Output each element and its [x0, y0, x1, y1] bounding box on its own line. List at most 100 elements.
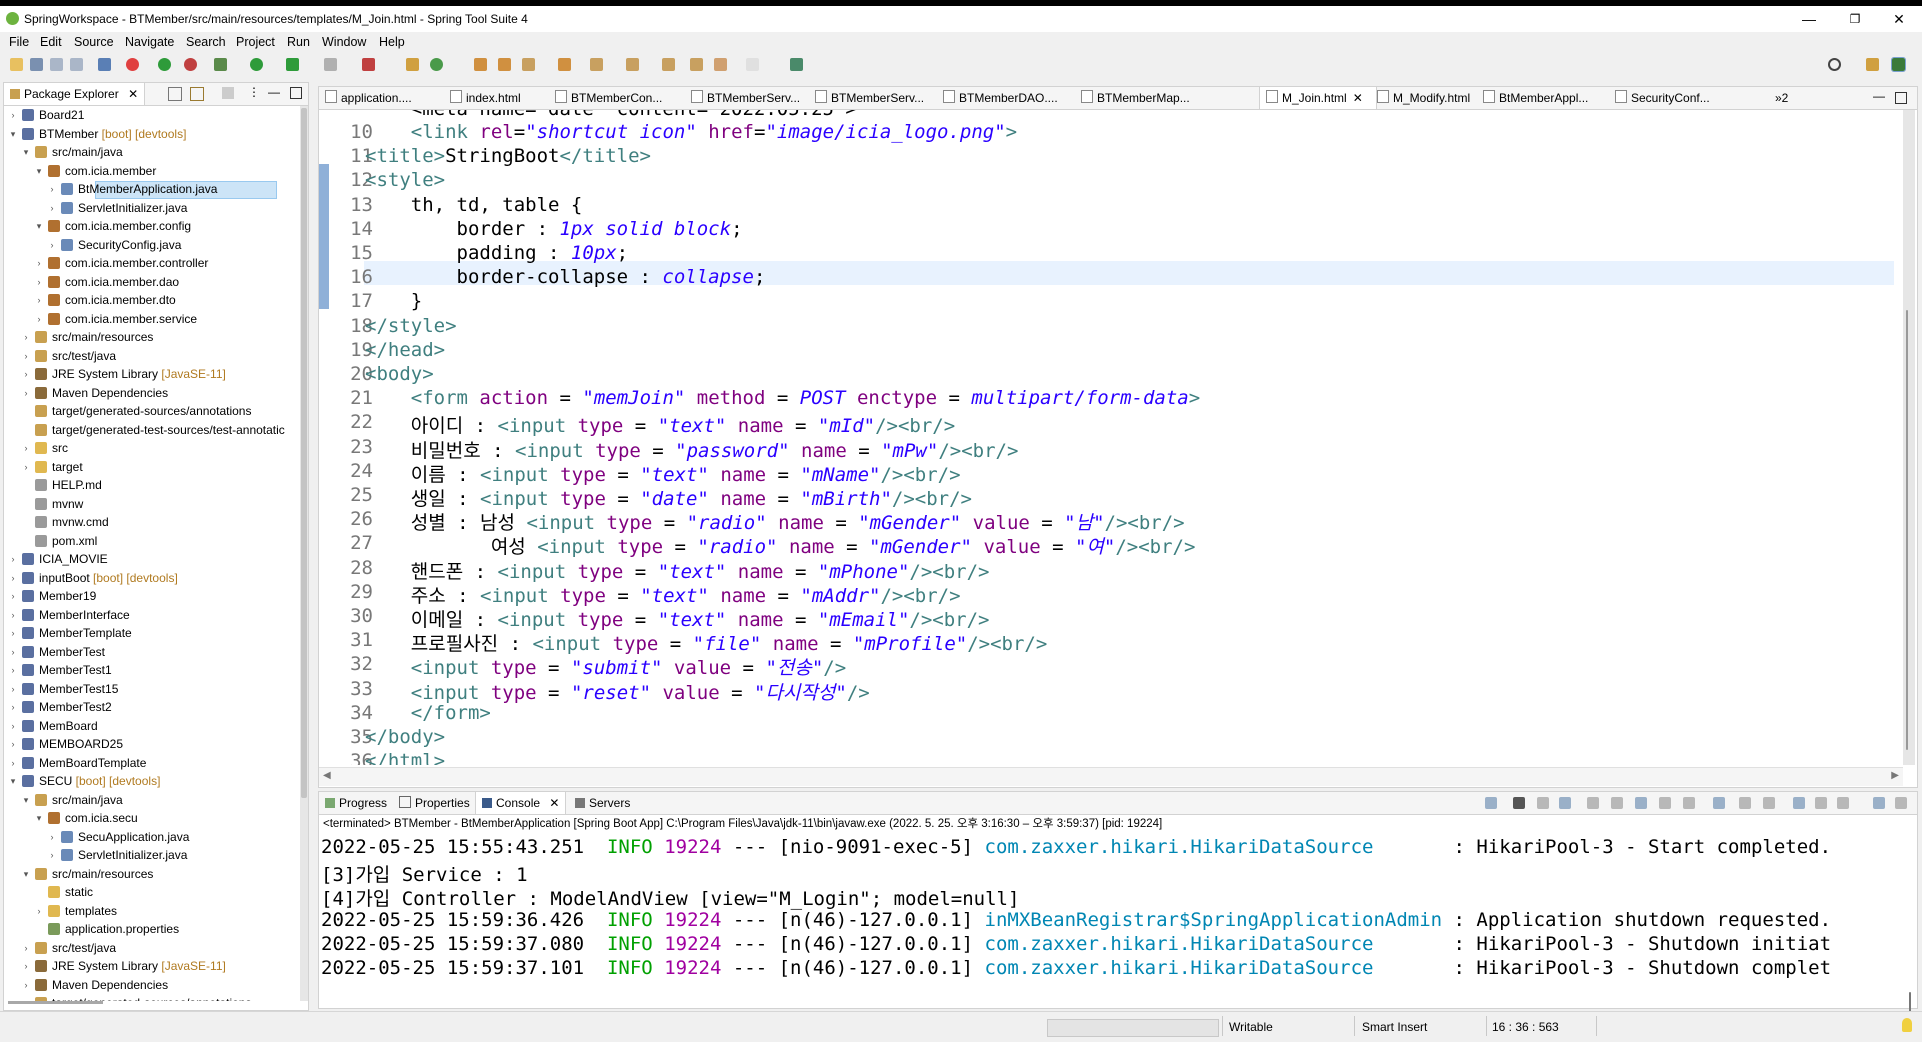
- new-console-icon[interactable]: [1763, 797, 1775, 809]
- tab-console[interactable]: Console ✕: [475, 792, 567, 814]
- chevron-right-icon[interactable]: ›: [8, 106, 18, 124]
- back-icon[interactable]: [714, 58, 727, 71]
- chevron-right-icon[interactable]: ›: [21, 458, 31, 476]
- tree-item[interactable]: › JRE System Library [JavaSE-11]: [4, 957, 300, 975]
- new-java-project-icon[interactable]: [406, 58, 419, 71]
- chevron-right-icon[interactable]: ›: [8, 587, 18, 605]
- scroll-left-icon[interactable]: ◀: [323, 770, 331, 781]
- new-class-icon[interactable]: [430, 58, 443, 71]
- minimize-editor-icon[interactable]: —: [1873, 89, 1885, 103]
- chevron-down-icon[interactable]: ▾: [8, 125, 18, 143]
- tab-servers[interactable]: Servers: [575, 792, 630, 814]
- tree-item[interactable]: › SecuApplication.java: [4, 828, 300, 846]
- chevron-right-icon[interactable]: ›: [8, 717, 18, 735]
- menu-help[interactable]: Help: [379, 35, 405, 49]
- relaunch-icon[interactable]: [1485, 797, 1497, 809]
- tree-item[interactable]: › ServletInitializer.java: [4, 846, 300, 864]
- editor-tab[interactable]: M_Join.html ✕: [1259, 87, 1377, 109]
- skip-breakpoints-icon[interactable]: [126, 58, 139, 71]
- tree-item[interactable]: ▾ src/main/resources: [4, 865, 300, 883]
- tree-item[interactable]: › src/test/java: [4, 347, 300, 365]
- editor-scroll-thumb[interactable]: [1906, 310, 1908, 750]
- tree-item[interactable]: › MemBoard: [4, 717, 300, 735]
- tree-item[interactable]: › Maven Dependencies: [4, 976, 300, 994]
- open-task-icon[interactable]: [498, 58, 511, 71]
- tree-item[interactable]: › BtMemberApplication.java: [4, 180, 300, 199]
- terminate-icon[interactable]: [1513, 797, 1525, 809]
- tree-item[interactable]: ▾ com.icia.secu: [4, 809, 300, 827]
- tree-item[interactable]: static: [4, 883, 300, 901]
- word-wrap-icon[interactable]: [1635, 797, 1647, 809]
- toggle-icon[interactable]: [1815, 797, 1827, 809]
- tree-item[interactable]: › templates: [4, 902, 300, 920]
- stop-icon[interactable]: [1559, 797, 1571, 809]
- coverage-icon[interactable]: [286, 58, 299, 71]
- tree-item[interactable]: › com.icia.member.dto: [4, 291, 300, 309]
- maximize-button[interactable]: ❐: [1832, 6, 1878, 32]
- editor-tab[interactable]: M_Modify.html: [1371, 87, 1479, 109]
- tree-item[interactable]: › MemBoardTemplate: [4, 754, 300, 772]
- close-icon[interactable]: ✕: [1353, 91, 1363, 105]
- tree-item[interactable]: › MemberInterface: [4, 606, 300, 624]
- tree-item[interactable]: mvnw: [4, 495, 300, 513]
- editor-tab[interactable]: BTMemberServ...: [809, 87, 940, 109]
- search-tool-icon[interactable]: [522, 58, 535, 71]
- chevron-right-icon[interactable]: ›: [8, 643, 18, 661]
- open-resource-icon[interactable]: [558, 58, 571, 71]
- view-menu-icon[interactable]: ⋮: [248, 85, 260, 99]
- open-type-icon[interactable]: [474, 58, 487, 71]
- tree-item[interactable]: ▾ com.icia.member.config: [4, 217, 300, 235]
- chevron-right-icon[interactable]: ›: [34, 291, 44, 309]
- tree-item[interactable]: › SecurityConfig.java: [4, 236, 300, 254]
- editor-tab[interactable]: BTMemberServ...: [685, 87, 811, 109]
- close-icon[interactable]: ✕: [128, 87, 138, 101]
- maximize-view-icon[interactable]: [290, 87, 302, 99]
- tree-scroll-thumb[interactable]: [301, 108, 307, 798]
- menu-search[interactable]: Search: [186, 35, 226, 49]
- editor-hscrollbar[interactable]: ◀ ▶: [319, 767, 1903, 786]
- last-edit-icon[interactable]: [662, 58, 675, 71]
- chevron-right-icon[interactable]: ›: [8, 606, 18, 624]
- chevron-right-icon[interactable]: ›: [21, 939, 31, 957]
- tree-item[interactable]: › src/main/resources: [4, 328, 300, 346]
- chevron-right-icon[interactable]: ›: [21, 439, 31, 457]
- chevron-right-icon[interactable]: ›: [47, 180, 57, 198]
- tab-properties[interactable]: Properties: [399, 792, 470, 814]
- tree-item[interactable]: HELP.md: [4, 476, 300, 494]
- next-annotation-icon[interactable]: [590, 58, 603, 71]
- tree-item[interactable]: › inputBoot [boot] [devtools]: [4, 569, 300, 587]
- pin-console-icon[interactable]: [1713, 797, 1725, 809]
- tree-item[interactable]: › MemberTest15: [4, 680, 300, 698]
- tree-item[interactable]: target/generated-sources/annotations: [4, 994, 300, 1001]
- maximize-icon[interactable]: [1895, 797, 1907, 809]
- tab-package-explorer[interactable]: Package Explorer ✕: [4, 83, 146, 105]
- chevron-right-icon[interactable]: ›: [34, 273, 44, 291]
- chevron-right-icon[interactable]: ›: [21, 328, 31, 346]
- tree-item[interactable]: › target: [4, 458, 300, 476]
- editor-tab[interactable]: »2: [1769, 87, 1805, 109]
- link-with-editor-icon[interactable]: [190, 87, 204, 101]
- chevron-right-icon[interactable]: ›: [8, 698, 18, 716]
- tree-item[interactable]: › MemberTest2: [4, 698, 300, 716]
- tree-item[interactable]: ▾ SECU [boot] [devtools]: [4, 772, 300, 790]
- tree-item[interactable]: › ServletInitializer.java: [4, 199, 300, 217]
- tree-item[interactable]: › Member19: [4, 587, 300, 605]
- collapse-all-icon[interactable]: [168, 87, 182, 101]
- prev-annotation-icon[interactable]: [626, 58, 639, 71]
- forward-icon[interactable]: [746, 58, 759, 71]
- editor-tab[interactable]: application....: [319, 87, 445, 109]
- chevron-down-icon[interactable]: ▾: [8, 772, 18, 790]
- tree-item[interactable]: › com.icia.member.service: [4, 310, 300, 328]
- display-console-icon[interactable]: [1739, 797, 1751, 809]
- tree-item[interactable]: › src/test/java: [4, 939, 300, 957]
- menu-project[interactable]: Project: [236, 35, 275, 49]
- chevron-down-icon[interactable]: ▾: [21, 143, 31, 161]
- tree-item[interactable]: › src: [4, 439, 300, 457]
- tree-item[interactable]: ▾ src/main/java: [4, 791, 300, 809]
- editor-tab[interactable]: BTMemberMap...: [1075, 87, 1261, 109]
- tree-item[interactable]: › MEMBOARD25: [4, 735, 300, 753]
- search-icon[interactable]: [1828, 58, 1841, 71]
- chevron-right-icon[interactable]: ›: [47, 846, 57, 864]
- editor-tab[interactable]: BtMemberAppl...: [1477, 87, 1611, 109]
- tree-item[interactable]: target/generated-test-sources/test-annot…: [4, 421, 300, 439]
